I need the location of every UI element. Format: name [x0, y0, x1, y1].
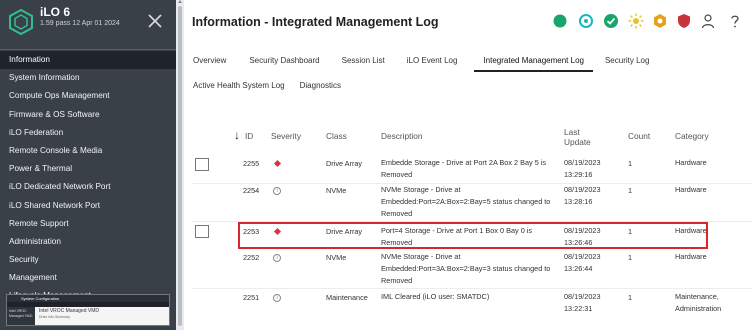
thumbnail-bar: System Configuration: [7, 295, 169, 302]
row-description: IML Cleared (iLO user: SMATDC): [381, 292, 490, 301]
info-severity-icon: i: [273, 254, 281, 262]
sidebar-item-system-information[interactable]: System Information: [0, 69, 176, 87]
help-icon[interactable]: [727, 13, 743, 29]
sidebar-item-dedicated-port[interactable]: iLO Dedicated Network Port: [0, 178, 176, 196]
row-class: Drive Array: [326, 159, 363, 168]
sun-yellow-icon[interactable]: [628, 13, 644, 29]
column-header-severity[interactable]: Severity: [271, 131, 301, 141]
row-divider: [192, 288, 752, 289]
hexagon-amber-icon[interactable]: [652, 13, 668, 29]
app-version: 1.59 pass 12 Apr 01 2024: [40, 20, 120, 27]
column-header-last-update-line1: Last: [564, 127, 580, 137]
sidebar: iLO 6 1.59 pass 12 Apr 01 2024 Informati…: [0, 0, 176, 330]
critical-severity-icon: [273, 159, 282, 168]
row-description: Embedde Storage - Drive at Port 2A Box 2…: [381, 158, 547, 179]
row-id: 2252: [243, 253, 260, 262]
health-green-icon[interactable]: [552, 13, 568, 29]
row-description: NVMe Storage - Drive at Embedded:Port=2A…: [381, 185, 551, 218]
sidebar-item-remote-console[interactable]: Remote Console & Media: [0, 142, 176, 160]
tab-integrated-management-log[interactable]: Integrated Management Log: [474, 55, 593, 72]
row-category: Hardware: [675, 158, 707, 167]
tab-session-list[interactable]: Session List: [329, 55, 394, 69]
scroll-up-icon[interactable]: [178, 0, 182, 3]
column-header-count[interactable]: Count: [628, 131, 650, 141]
tab-bar: Overview Security Dashboard Session List…: [184, 55, 658, 72]
tab-ilo-event-log[interactable]: iLO Event Log: [394, 55, 467, 69]
column-header-last-update[interactable]: Last Update: [564, 127, 591, 147]
row-category: Hardware: [675, 185, 707, 194]
sidebar-scroll-thumb[interactable]: [178, 6, 182, 326]
console-thumbnail[interactable]: System Configuration Intel VROC Managed …: [6, 294, 170, 326]
check-green-icon[interactable]: [603, 13, 619, 29]
row-last-update: 08/19/2023 13:22:31: [564, 291, 614, 315]
row-count: 1: [628, 159, 633, 168]
info-severity-icon: i: [273, 187, 281, 195]
row-time: 13:22:31: [564, 304, 593, 313]
row-category: Maintenance, Administration: [675, 292, 722, 313]
row-last-update: 08/19/2023 13:28:16: [564, 184, 614, 208]
sidebar-item-power-thermal[interactable]: Power & Thermal: [0, 160, 176, 178]
sidebar-item-information[interactable]: Information: [0, 51, 176, 70]
row-date: 08/19/2023: [564, 185, 601, 194]
tab-security-log[interactable]: Security Log: [593, 55, 658, 69]
row-id: 2251: [243, 293, 260, 302]
row-category: Hardware: [675, 252, 707, 261]
row-class: NVMe: [326, 186, 347, 195]
page-title: Information - Integrated Management Log: [192, 15, 439, 29]
row-checkbox[interactable]: [195, 158, 209, 171]
row-id: 2255: [243, 159, 260, 168]
sidebar-item-firmware[interactable]: Firmware & OS Software: [0, 106, 176, 124]
row-date: 08/19/2023: [564, 252, 601, 261]
row-date: 08/19/2023: [564, 158, 601, 167]
row-count: 1: [628, 253, 633, 262]
sidebar-item-compute-ops[interactable]: Compute Ops Management: [0, 87, 176, 105]
row-description: NVMe Storage - Drive at Embedded:Port=3A…: [381, 252, 551, 285]
thumbnail-side: Intel VROC Managed VMD: [7, 307, 35, 325]
tab-security-dashboard[interactable]: Security Dashboard: [235, 55, 328, 69]
thumbnail-body: Intel VROC Managed VMD Intel VROC Manage…: [7, 307, 169, 325]
column-header-class[interactable]: Class: [326, 131, 347, 141]
sidebar-item-security[interactable]: Security: [0, 251, 176, 269]
sort-down-icon[interactable]: ↓: [234, 128, 240, 142]
row-highlight-box: [238, 222, 708, 249]
row-time: 13:29:16: [564, 170, 593, 179]
tab-bar-row2: Active Health System Log Diagnostics: [184, 80, 350, 94]
sidebar-nav: Information System Information Compute O…: [0, 51, 176, 306]
sidebar-item-federation[interactable]: iLO Federation: [0, 124, 176, 142]
row-count: 1: [628, 293, 633, 302]
row-class: Maintenance: [326, 293, 368, 302]
sidebar-item-remote-support[interactable]: Remote Support: [0, 215, 176, 233]
target-teal-icon[interactable]: [578, 13, 594, 29]
main-content: Information - Integrated Management Log: [184, 0, 755, 330]
sidebar-item-management[interactable]: Management: [0, 269, 176, 287]
row-last-update: 08/19/2023 13:26:44: [564, 251, 614, 275]
sidebar-item-shared-port[interactable]: iLO Shared Network Port: [0, 197, 176, 215]
row-date: 08/19/2023: [564, 292, 601, 301]
thumbnail-subtitle: Drive Info Summary: [39, 315, 70, 319]
sidebar-item-administration[interactable]: Administration: [0, 233, 176, 251]
column-header-category[interactable]: Category: [675, 131, 709, 141]
thumbnail-title: Intel VROC Managed VMD: [39, 308, 100, 314]
row-class: NVMe: [326, 253, 347, 262]
row-time: 13:28:16: [564, 197, 593, 206]
tab-overview[interactable]: Overview: [184, 55, 235, 69]
ilo-logo-icon: [9, 9, 33, 35]
row-id: 2254: [243, 186, 260, 195]
row-time: 13:26:44: [564, 264, 593, 273]
row-last-update: 08/19/2023 13:29:16: [564, 157, 614, 181]
app-name: iLO 6: [40, 5, 71, 19]
user-icon[interactable]: [700, 13, 716, 29]
column-header-description[interactable]: Description: [381, 131, 423, 141]
tab-diagnostics[interactable]: Diagnostics: [294, 80, 350, 94]
tab-active-health-system-log[interactable]: Active Health System Log: [184, 80, 294, 94]
info-severity-icon: i: [273, 294, 281, 302]
row-checkbox[interactable]: [195, 225, 209, 238]
column-header-last-update-line2: Update: [564, 137, 591, 147]
row-count: 1: [628, 186, 633, 195]
brand-header: iLO 6 1.59 pass 12 Apr 01 2024: [0, 0, 176, 50]
column-header-id[interactable]: ID: [245, 131, 253, 141]
close-icon[interactable]: [146, 12, 164, 30]
shield-red-icon[interactable]: [676, 13, 692, 29]
